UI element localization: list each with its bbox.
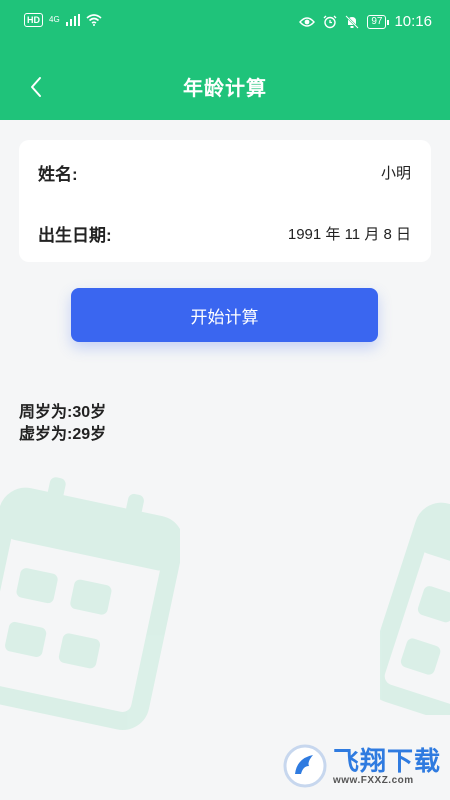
mute-bell-icon	[345, 14, 360, 29]
watermark: 飞翔下载 www.FXXZ.com	[283, 740, 443, 792]
name-label: 姓名:	[38, 164, 78, 184]
battery-indicator: 97	[367, 14, 390, 29]
eye-icon	[299, 16, 316, 27]
input-card: 姓名: 小明 出生日期: 1991 年 11 月 8 日	[19, 140, 431, 262]
cellular-signal-icon	[65, 14, 80, 26]
watermark-brand: 飞翔下载	[333, 745, 442, 776]
clock: 10:16	[394, 13, 432, 30]
birthdate-value[interactable]: 1991 年 11 月 8 日	[288, 223, 411, 244]
wifi-icon	[86, 14, 102, 26]
birthdate-label: 出生日期:	[38, 225, 112, 245]
watermark-text: 飞翔下载 www.FXXZ.com	[333, 747, 441, 786]
hd-badge: HD	[24, 13, 43, 27]
alarm-icon	[323, 15, 337, 28]
calendar-illustration-icon-right	[380, 502, 450, 715]
status-right: 97 10:16	[299, 13, 432, 30]
page-title: 年龄计算	[183, 78, 267, 100]
status-bar: HD 4G 97 10:16	[0, 0, 450, 44]
status-left: HD 4G	[24, 13, 102, 27]
network-type: 4G	[49, 15, 60, 24]
app-header: HD 4G 97 10:16 年龄计算	[0, 0, 450, 120]
calendar-illustration-icon	[0, 477, 180, 730]
watermark-url: www.FXXZ.com	[333, 774, 414, 786]
name-row[interactable]: 姓名: 小明	[19, 152, 431, 192]
nominal-age-result: 虚岁为:29岁	[19, 426, 107, 443]
birthdate-row[interactable]: 出生日期: 1991 年 11 月 8 日	[19, 213, 431, 253]
calculate-button[interactable]: 开始计算	[71, 288, 378, 342]
full-age-result: 周岁为:30岁	[19, 404, 107, 421]
name-value[interactable]: 小明	[381, 162, 411, 183]
brand-logo-icon	[283, 744, 327, 788]
